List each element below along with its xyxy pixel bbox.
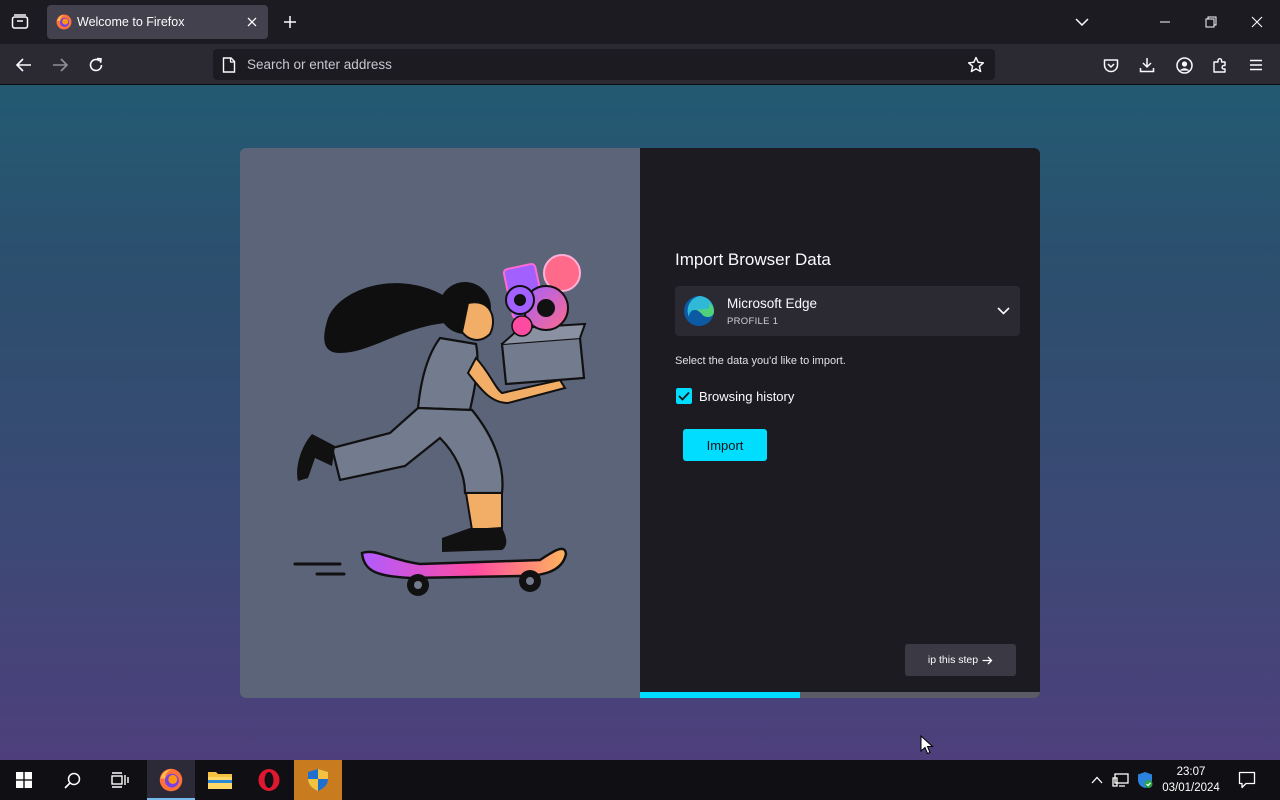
skateboarder-illustration xyxy=(240,148,640,698)
list-all-tabs-button[interactable] xyxy=(6,8,34,36)
start-button[interactable] xyxy=(0,760,48,800)
onboarding-progress xyxy=(640,692,1040,698)
close-tab-button[interactable] xyxy=(244,14,260,30)
pocket-icon xyxy=(1103,58,1119,72)
arrow-right-icon xyxy=(982,656,993,664)
close-window-button[interactable] xyxy=(1234,0,1280,44)
pocket-button[interactable] xyxy=(1097,51,1125,79)
onboarding-card: Import Browser Data Microsoft Edge PROFI… xyxy=(240,148,1040,698)
defender-shield-icon xyxy=(1138,772,1153,788)
browsing-history-checkbox[interactable] xyxy=(676,388,692,404)
shield-icon xyxy=(308,769,328,791)
firefox-icon xyxy=(56,14,72,30)
minimize-button[interactable] xyxy=(1142,0,1188,44)
star-icon xyxy=(967,56,985,73)
import-hint: Select the data you'd like to import. xyxy=(675,355,846,367)
checkmark-icon xyxy=(678,391,690,401)
progress-fill xyxy=(640,692,800,698)
restore-button[interactable] xyxy=(1188,0,1234,44)
firefox-icon xyxy=(159,768,183,792)
folder-icon xyxy=(208,772,232,789)
download-icon xyxy=(1139,58,1155,73)
browser-select[interactable]: Microsoft Edge PROFILE 1 xyxy=(675,286,1020,336)
panel-title: Import Browser Data xyxy=(675,250,831,269)
arrow-right-icon xyxy=(53,58,68,72)
navigation-toolbar xyxy=(0,44,1280,85)
reload-icon xyxy=(89,57,103,72)
import-panel: Import Browser Data Microsoft Edge PROFI… xyxy=(640,148,1040,698)
minimize-icon xyxy=(1160,21,1170,23)
browsing-history-label: Browsing history xyxy=(699,388,795,404)
account-button[interactable] xyxy=(1170,51,1198,79)
puzzle-icon xyxy=(1213,58,1226,73)
import-button[interactable]: Import xyxy=(683,429,767,461)
new-tab-button[interactable] xyxy=(278,9,302,35)
downloads-button[interactable] xyxy=(1133,51,1161,79)
taskbar-file-explorer[interactable] xyxy=(196,760,244,800)
url-input[interactable] xyxy=(247,49,947,80)
chevron-down-icon xyxy=(1075,18,1089,26)
browsing-history-option[interactable]: Browsing history xyxy=(676,387,794,405)
tab-list-dropdown[interactable] xyxy=(1068,9,1096,35)
tab-tray-icon xyxy=(11,14,29,29)
app-menu-button[interactable] xyxy=(1242,51,1270,79)
notification-icon xyxy=(1238,771,1256,789)
defender-tray-button[interactable] xyxy=(1135,770,1155,790)
taskbar-opera[interactable] xyxy=(245,760,293,800)
taskbar-firefox[interactable] xyxy=(147,760,195,800)
clock-date: 03/01/2024 xyxy=(1162,782,1220,794)
task-view-button[interactable] xyxy=(96,760,144,800)
plus-icon xyxy=(284,16,296,28)
skip-step-button[interactable]: ip this step xyxy=(905,644,1016,676)
chevron-down-icon xyxy=(996,307,1010,315)
close-icon xyxy=(247,17,257,27)
extensions-button[interactable] xyxy=(1206,51,1234,79)
mouse-cursor xyxy=(920,735,934,755)
reload-button[interactable] xyxy=(82,51,110,79)
skip-step-label: ip this step xyxy=(927,654,979,666)
show-hidden-icons-button[interactable] xyxy=(1087,770,1107,790)
windows-taskbar: 23:07 03/01/2024 xyxy=(0,760,1280,800)
task-view-icon xyxy=(111,772,129,788)
tab-title: Welcome to Firefox xyxy=(77,15,185,29)
arrow-left-icon xyxy=(16,58,31,72)
clock-time: 23:07 xyxy=(1176,766,1206,778)
hamburger-menu-icon xyxy=(1250,59,1262,71)
taskbar-security-app[interactable] xyxy=(294,760,342,800)
notifications-button[interactable] xyxy=(1236,769,1258,791)
restore-icon xyxy=(1205,16,1217,28)
close-icon xyxy=(1251,16,1263,28)
tab-welcome[interactable]: Welcome to Firefox xyxy=(47,5,268,39)
back-button[interactable] xyxy=(10,51,38,79)
search-icon xyxy=(63,772,80,789)
forward-button[interactable] xyxy=(46,51,74,79)
microsoft-edge-icon xyxy=(684,296,714,326)
opera-icon xyxy=(258,769,280,791)
page-content: Import Browser Data Microsoft Edge PROFI… xyxy=(0,85,1280,760)
tab-bar: Welcome to Firefox xyxy=(0,0,1280,44)
skateboarder-image xyxy=(293,254,587,596)
browser-profile: PROFILE 1 xyxy=(727,316,779,327)
page-icon xyxy=(222,57,236,73)
search-button[interactable] xyxy=(48,760,96,800)
account-icon xyxy=(1175,56,1193,74)
chevron-up-icon xyxy=(1091,776,1103,784)
network-tray-button[interactable] xyxy=(1111,770,1131,790)
system-clock[interactable]: 23:07 03/01/2024 xyxy=(1158,764,1224,796)
select-chevron xyxy=(994,302,1012,320)
network-icon xyxy=(1112,773,1129,787)
address-bar[interactable] xyxy=(213,49,995,80)
browser-name: Microsoft Edge xyxy=(727,296,818,311)
bookmark-button[interactable] xyxy=(963,52,989,78)
windows-logo-icon xyxy=(16,772,32,788)
